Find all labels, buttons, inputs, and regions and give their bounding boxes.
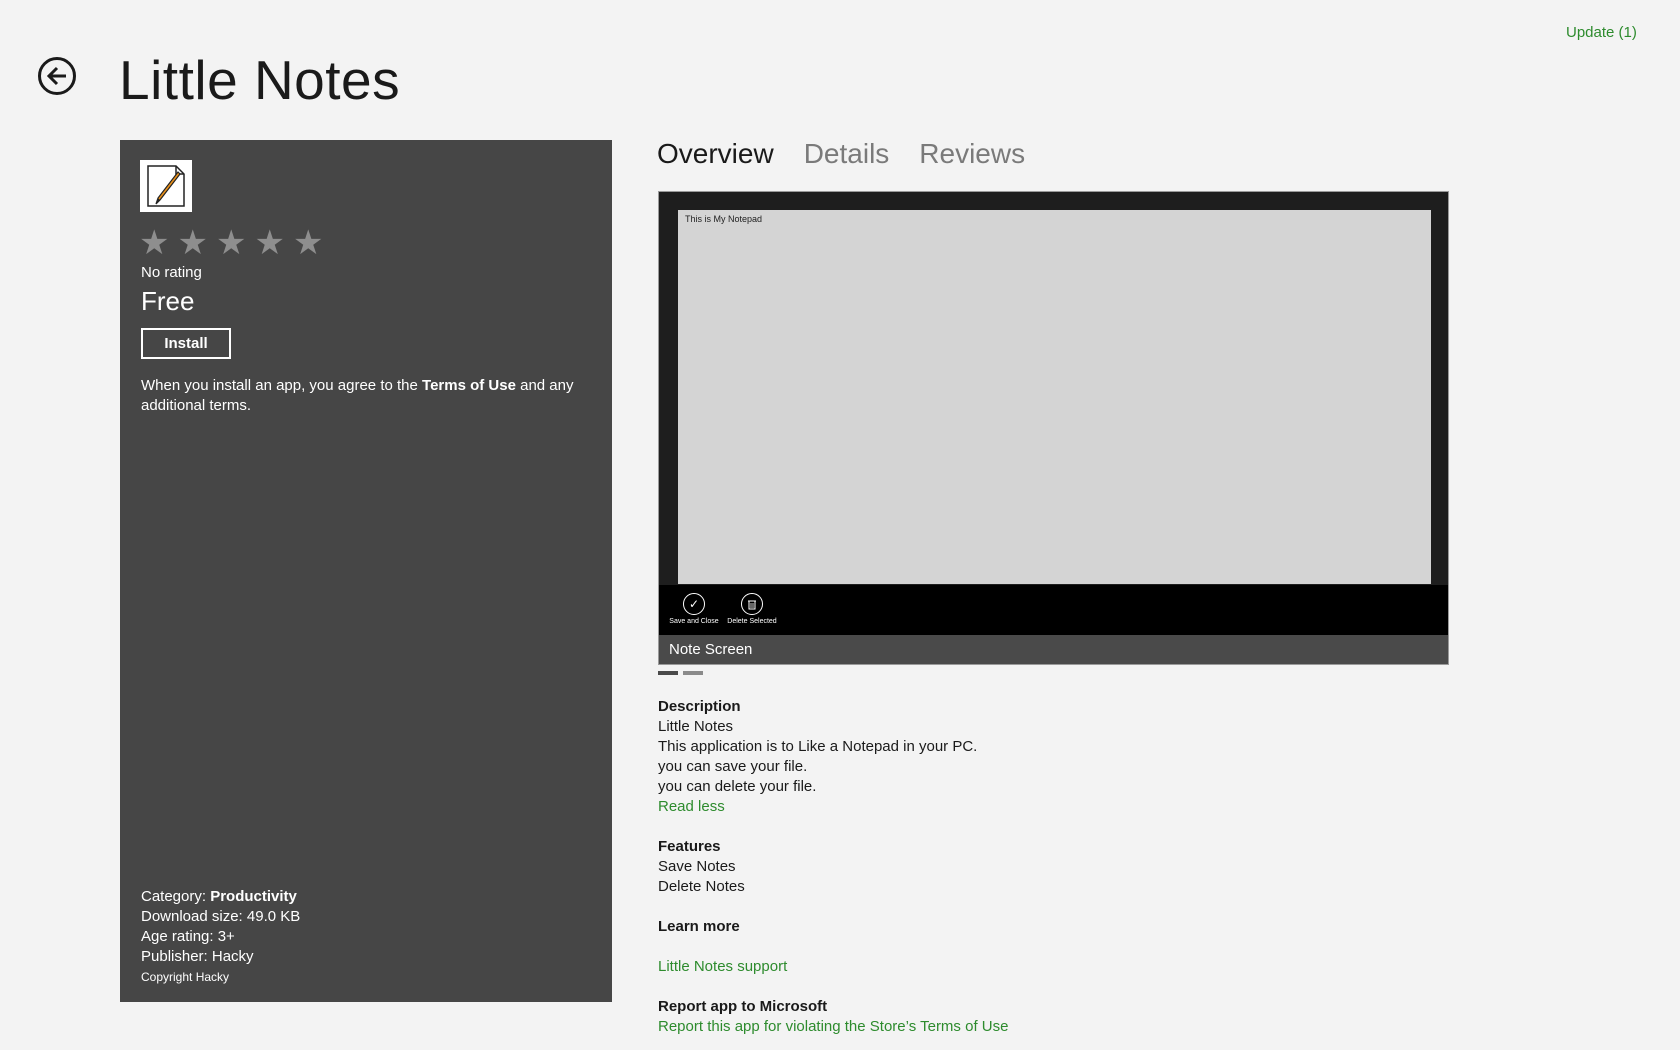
save-and-close-button: ✓ Save and Close	[664, 593, 724, 625]
read-less-link[interactable]: Read less	[658, 797, 1358, 817]
tab-bar: Overview Details Reviews	[657, 138, 1025, 170]
update-link[interactable]: Update (1)	[1566, 24, 1637, 41]
category-label: Category:	[141, 888, 211, 905]
price-label: Free	[141, 286, 195, 316]
delete-selected-button: Delete Selected	[722, 593, 782, 625]
star-icon: ★	[139, 224, 170, 262]
category-value[interactable]: Productivity	[210, 888, 297, 905]
app-metadata: Category: Productivity Download size: 49…	[141, 887, 300, 987]
description-line: Little Notes	[658, 718, 734, 735]
feature-item: Delete Notes	[658, 878, 745, 895]
feature-item: Save Notes	[658, 858, 736, 875]
report-app-link[interactable]: Report this app for violating the Store’…	[658, 1017, 1358, 1037]
download-size: Download size: 49.0 KB	[141, 908, 301, 925]
description-line: This application is to Like a Notepad in…	[658, 738, 978, 755]
star-icon: ★	[215, 224, 247, 262]
screenshot-note-area: This is My Notepad	[678, 210, 1431, 584]
description-line: you can delete your file.	[658, 778, 817, 795]
star-icon: ★	[177, 224, 208, 262]
features-heading: Features	[658, 838, 721, 855]
install-button[interactable]: Install	[141, 328, 231, 359]
notepad-pencil-icon	[147, 165, 185, 207]
copyright: Copyright Hacky	[141, 970, 230, 984]
tab-details[interactable]: Details	[804, 138, 890, 170]
tab-overview[interactable]: Overview	[657, 138, 774, 170]
pager-dot-1[interactable]	[658, 671, 678, 675]
tab-reviews[interactable]: Reviews	[919, 138, 1025, 170]
back-button[interactable]	[38, 57, 76, 95]
description-line: you can save your file.	[658, 758, 808, 775]
screenshot-viewer[interactable]: This is My Notepad ✓ Save and Close Dele…	[658, 191, 1449, 665]
terms-notice: When you install an app, you agree to th…	[141, 376, 591, 416]
app-info-panel: ★ ★ ★ ★ ★ No rating Free Install When yo…	[120, 140, 612, 1002]
rating-text: No rating	[141, 264, 202, 281]
terms-prefix: When you install an app, you agree to th…	[141, 377, 423, 394]
page-title: Little Notes	[119, 49, 401, 111]
save-and-close-label: Save and Close	[669, 618, 719, 625]
screenshot-pager	[658, 671, 703, 675]
age-rating: Age rating: 3+	[141, 928, 235, 945]
screenshot-caption: Note Screen	[659, 635, 1448, 664]
app-logo	[140, 160, 192, 212]
star-icon: ★	[292, 224, 324, 262]
rating-stars: ★ ★ ★ ★ ★	[139, 226, 323, 260]
description-section: Description Little Notes This applicatio…	[658, 697, 1358, 1037]
screenshot-heading: This is My Notepad	[685, 214, 763, 224]
delete-selected-label: Delete Selected	[727, 618, 777, 625]
terms-of-use-link[interactable]: Terms of Use	[422, 377, 516, 394]
pager-dot-2[interactable]	[683, 671, 703, 675]
check-icon: ✓	[683, 593, 705, 615]
report-heading: Report app to Microsoft	[658, 998, 828, 1015]
category-row: Category: Productivity	[141, 887, 300, 907]
back-arrow-icon	[46, 66, 66, 86]
learn-more-heading: Learn more	[658, 918, 740, 935]
star-icon: ★	[254, 224, 285, 262]
description-heading: Description	[658, 698, 741, 715]
support-link[interactable]: Little Notes support	[658, 957, 1358, 977]
publisher: Publisher: Hacky	[141, 948, 254, 965]
screenshot-app-bar: ✓ Save and Close Delete Selected	[659, 585, 1448, 635]
trash-icon	[741, 593, 763, 615]
